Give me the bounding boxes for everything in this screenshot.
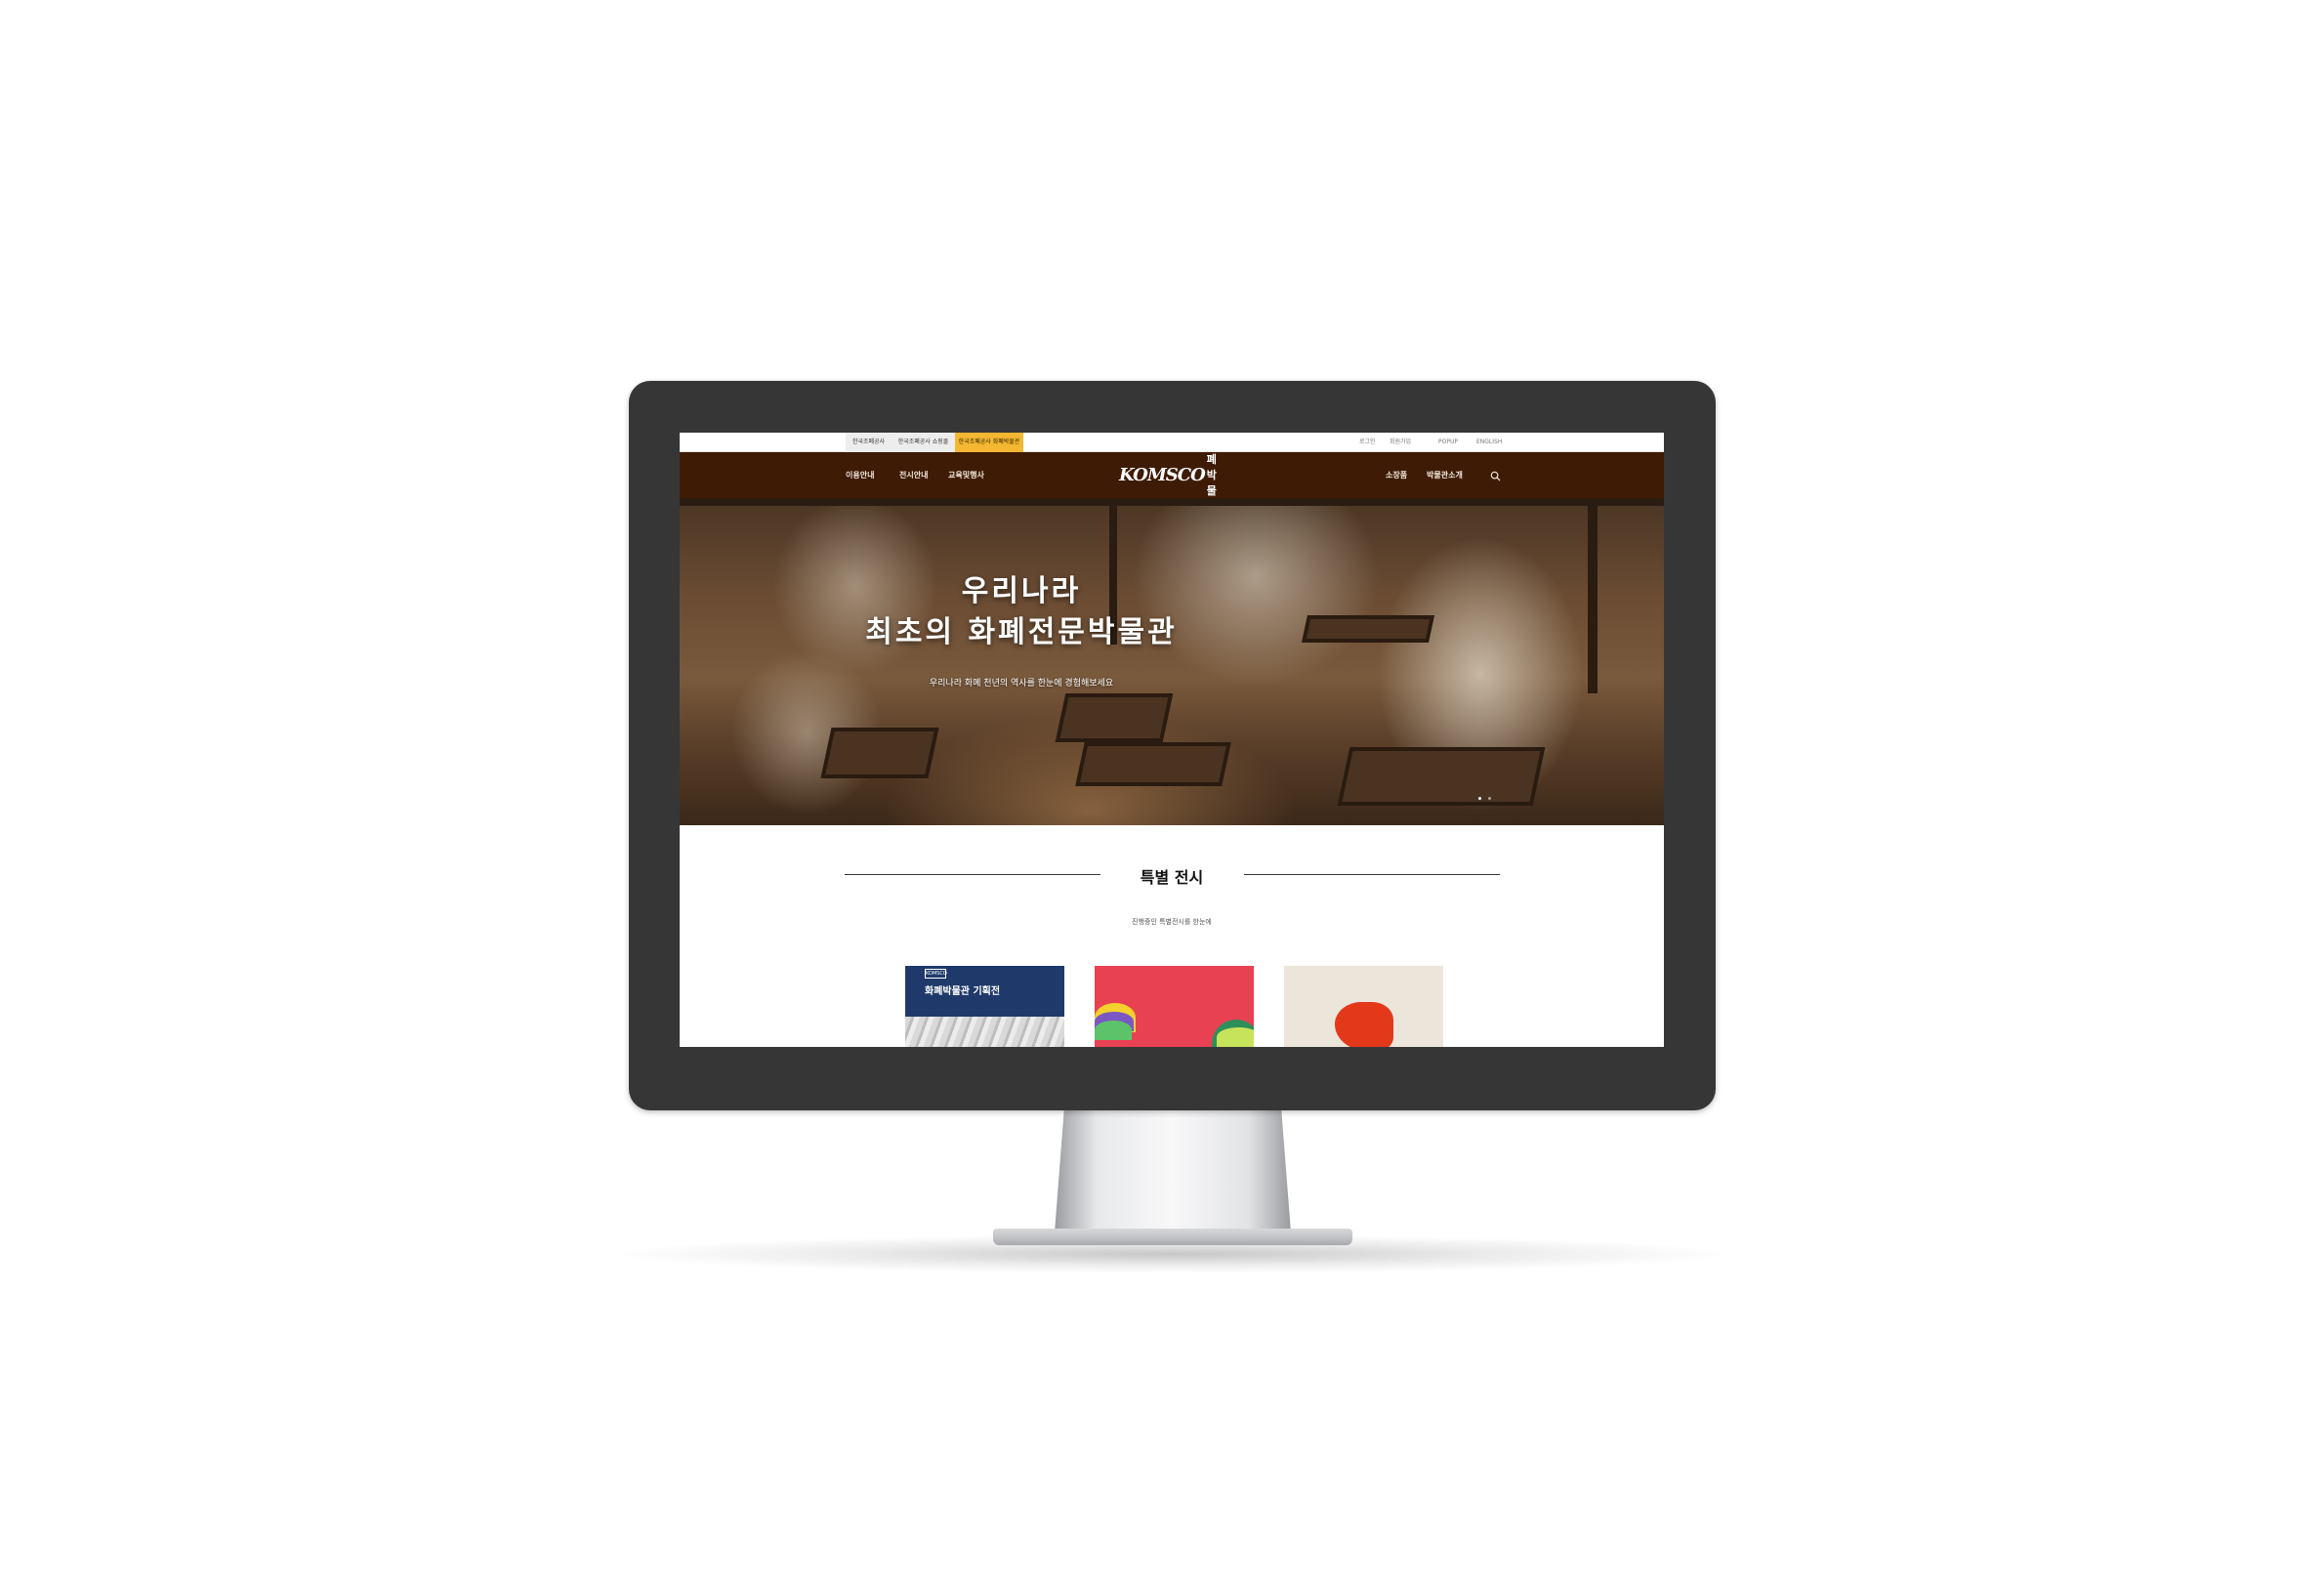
monitor-bezel: 한국조폐공사 한국조폐공사 쇼핑몰 한국조폐공사 화폐박물관 로그인 회원가입 … [629,381,1716,1110]
login-link[interactable]: 로그인 [1359,433,1376,452]
family-tab-museum[interactable]: 한국조폐공사 화폐박물관 [955,433,1023,452]
hero-title-line2: 최초의 화폐전문박물관 [865,615,1178,649]
section-title: 특별 전시 [1140,868,1204,887]
card-title: 화폐박물관 기획전 [925,986,1001,997]
hero-title-line1: 우리나라 [961,574,1082,608]
card-artwork [1095,1021,1132,1040]
card-artwork [905,1017,1064,1047]
search-icon[interactable] [1490,471,1501,481]
family-tab-shop[interactable]: 한국조폐공사 쇼핑몰 [892,433,955,452]
section-divider-right [1244,874,1500,875]
logo-mark: KOMSCO [1119,464,1206,485]
hero-banner: 우리나라 최초의 화폐전문박물관 우리나라 화폐 천년의 역사를 한눈에 경험해… [680,498,1664,825]
signup-link[interactable]: 회원가입 [1390,433,1411,452]
section-subtitle: 진행중인 특별전시를 한눈에 [1132,918,1212,926]
hero-scene-box [1055,693,1174,742]
exhibition-card[interactable] [1095,966,1254,1047]
utility-bar: 한국조폐공사 한국조폐공사 쇼핑몰 한국조폐공사 화폐박물관 로그인 회원가입 … [680,433,1664,452]
hero-scene-beam [680,498,1664,506]
section-divider-left [845,874,1100,875]
hero-scene-box [1075,742,1231,786]
slide-dot[interactable] [1478,797,1481,800]
card-badge: KOMSCO [925,969,947,979]
english-link[interactable]: ENGLISH [1476,433,1502,452]
card-artwork [1335,1002,1393,1047]
hero-scene-box [1337,747,1546,806]
nav-item-guide[interactable]: 이용안내 [846,452,874,498]
hero-scene-pillar-right [1588,498,1598,693]
monitor-stand-base [993,1229,1352,1245]
site-logo[interactable]: KOMSCO 화폐박물관 [1119,438,1226,513]
special-exhibition-header: 특별 전시 [680,862,1664,887]
popup-link[interactable]: POPUP [1438,433,1458,452]
monitor-stand-neck [1055,1110,1291,1232]
slide-dot[interactable] [1488,797,1491,800]
nav-item-education[interactable]: 교육및행사 [948,452,984,498]
main-nav: 이용안내 전시안내 교육및행사 KOMSCO 화폐박물관 소장품 박물관소개 [680,438,1664,513]
hero-scene-box [820,728,939,778]
exhibition-card[interactable] [1284,966,1443,1047]
hero-subtitle: 우리나라 화폐 천년의 역사를 한눈에 경험해보세요 [929,679,1114,689]
nav-item-exhibition[interactable]: 전시안내 [899,452,928,498]
exhibition-card[interactable]: KOMSCO 화폐박물관 기획전 [905,966,1064,1047]
family-tab-komsco[interactable]: 한국조폐공사 [846,433,892,452]
card-artwork [1217,1027,1254,1047]
slide-indicator [1478,797,1491,800]
nav-item-collection[interactable]: 소장품 [1386,452,1407,498]
monitor-screen: 한국조폐공사 한국조폐공사 쇼핑몰 한국조폐공사 화폐박물관 로그인 회원가입 … [680,433,1664,1047]
nav-item-about[interactable]: 박물관소개 [1427,452,1463,498]
